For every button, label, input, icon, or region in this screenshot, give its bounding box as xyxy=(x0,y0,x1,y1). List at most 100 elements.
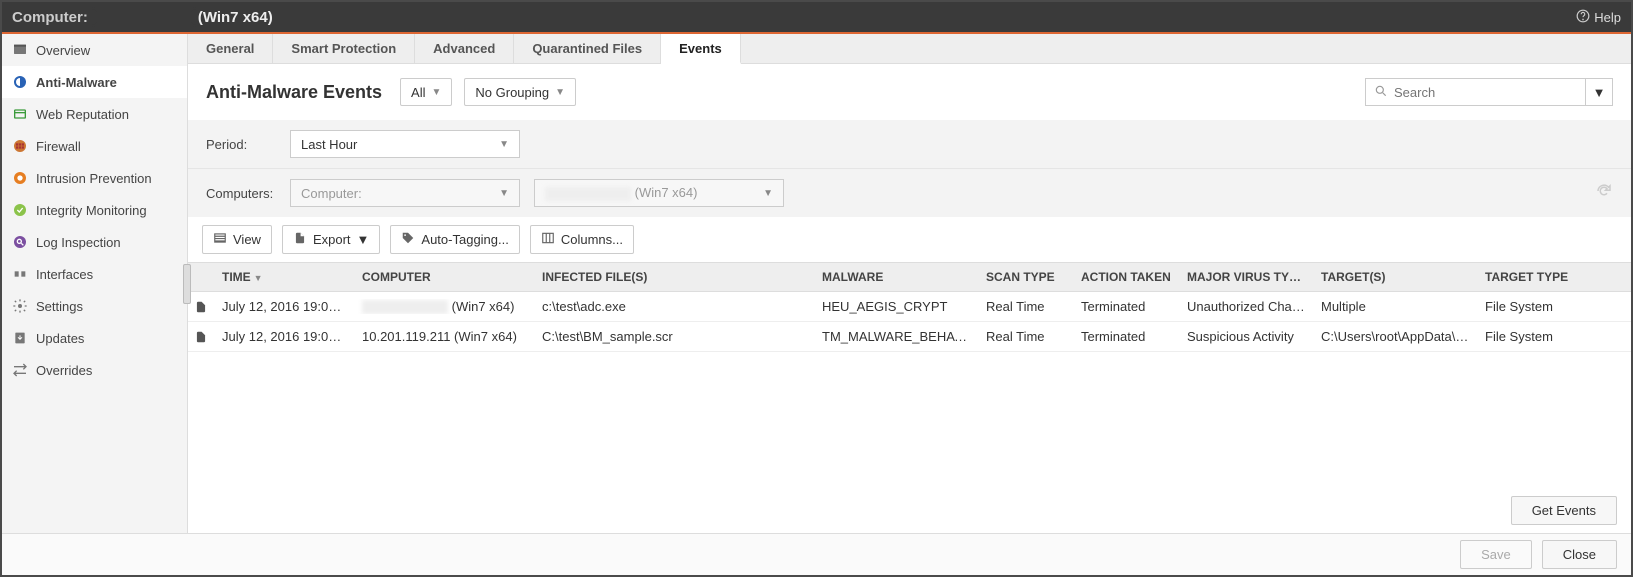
sidebar-item-label: Firewall xyxy=(36,139,81,154)
auto-tagging-button[interactable]: Auto-Tagging... xyxy=(390,225,519,254)
search-icon xyxy=(1374,84,1388,101)
file-icon xyxy=(188,330,214,344)
cell-time: July 12, 2016 19:02:51 xyxy=(214,299,354,314)
search-box[interactable] xyxy=(1365,78,1585,106)
tab-advanced[interactable]: Advanced xyxy=(415,34,514,63)
cell-major: Suspicious Activity xyxy=(1179,329,1313,344)
period-select[interactable]: Last Hour ▼ xyxy=(290,130,520,158)
sidebar-item-overview[interactable]: Overview xyxy=(2,34,187,66)
sort-desc-icon: ▼ xyxy=(254,273,263,283)
cell-malware: TM_MALWARE_BEHAVIOR xyxy=(814,329,978,344)
export-label: Export xyxy=(313,232,351,247)
toolbar: View Export ▼ Auto-Tagging... Columns... xyxy=(188,217,1631,262)
col-action[interactable]: ACTION TAKEN xyxy=(1073,270,1179,284)
computer-select[interactable]: (Win7 x64) ▼ xyxy=(534,179,784,207)
title-bar: Computer: (Win7 x64) Help xyxy=(2,2,1631,34)
redacted-text xyxy=(545,187,631,201)
sidebar-item-settings[interactable]: Settings xyxy=(2,290,187,322)
computer-value: (Win7 x64) xyxy=(545,185,697,201)
get-events-button[interactable]: Get Events xyxy=(1511,496,1617,525)
sidebar-item-label: Integrity Monitoring xyxy=(36,203,147,218)
content: Anti-Malware Events All ▼ No Grouping ▼ … xyxy=(188,64,1631,533)
cell-major: Unauthorized Change xyxy=(1179,299,1313,314)
sidebar-item-updates[interactable]: Updates xyxy=(2,322,187,354)
tab-general[interactable]: General xyxy=(188,34,273,63)
table-row[interactable]: July 12, 2016 19:02:41 10.201.119.211 (W… xyxy=(188,322,1631,352)
export-button[interactable]: Export ▼ xyxy=(282,225,380,254)
table-row[interactable]: July 12, 2016 19:02:51 (Win7 x64) c:\tes… xyxy=(188,292,1631,322)
main: General Smart Protection Advanced Quaran… xyxy=(188,34,1631,533)
columns-button[interactable]: Columns... xyxy=(530,225,634,254)
cell-time: July 12, 2016 19:02:41 xyxy=(214,329,354,344)
title-prefix: Computer: xyxy=(12,9,88,26)
sidebar-resize-handle[interactable] xyxy=(183,264,191,304)
col-infected[interactable]: INFECTED FILE(S) xyxy=(534,270,814,284)
columns-icon xyxy=(541,231,555,248)
refresh-icon[interactable] xyxy=(1595,182,1613,205)
cell-infected: C:\test\BM_sample.scr xyxy=(534,329,814,344)
caret-down-icon: ▼ xyxy=(357,232,370,247)
computer-type-select[interactable]: Computer: ▼ xyxy=(290,179,520,207)
search-options-dropdown[interactable]: ▼ xyxy=(1585,78,1613,106)
cell-malware: HEU_AEGIS_CRYPT xyxy=(814,299,978,314)
overrides-icon xyxy=(12,362,28,378)
sidebar-item-label: Settings xyxy=(36,299,83,314)
close-button[interactable]: Close xyxy=(1542,540,1617,569)
cell-scan: Real Time xyxy=(978,329,1073,344)
col-target[interactable]: TARGET(S) xyxy=(1313,270,1477,284)
tabs: General Smart Protection Advanced Quaran… xyxy=(188,34,1631,64)
footer: Save Close xyxy=(2,533,1631,575)
redacted-text xyxy=(362,300,448,314)
sidebar-item-intrusion-prevention[interactable]: Intrusion Prevention xyxy=(2,162,187,194)
scope-dropdown[interactable]: All ▼ xyxy=(400,78,452,106)
period-label: Period: xyxy=(206,137,276,152)
search-input[interactable] xyxy=(1394,85,1577,100)
tab-label: Smart Protection xyxy=(291,41,396,56)
redacted-hostname xyxy=(94,9,194,25)
cell-computer: 10.201.119.211 (Win7 x64) xyxy=(354,329,534,344)
col-malware[interactable]: MALWARE xyxy=(814,270,978,284)
tag-icon xyxy=(401,231,415,248)
help-icon xyxy=(1576,9,1590,26)
auto-tagging-label: Auto-Tagging... xyxy=(421,232,508,247)
scope-label: All xyxy=(411,85,425,100)
grouping-dropdown[interactable]: No Grouping ▼ xyxy=(464,78,576,106)
col-target-type[interactable]: TARGET TYPE xyxy=(1477,270,1577,284)
sidebar-item-overrides[interactable]: Overrides xyxy=(2,354,187,386)
title-suffix: (Win7 x64) xyxy=(198,9,273,26)
col-computer[interactable]: COMPUTER xyxy=(354,270,534,284)
sidebar-item-label: Overrides xyxy=(36,363,92,378)
col-scan-type[interactable]: SCAN TYPE xyxy=(978,270,1073,284)
caret-down-icon: ▼ xyxy=(499,188,509,199)
intrusion-prevention-icon xyxy=(12,170,28,186)
sidebar-item-log-inspection[interactable]: Log Inspection xyxy=(2,226,187,258)
tab-label: Advanced xyxy=(433,41,495,56)
view-icon xyxy=(213,231,227,248)
sidebar-item-web-reputation[interactable]: Web Reputation xyxy=(2,98,187,130)
table-header: TIME▼ COMPUTER INFECTED FILE(S) MALWARE … xyxy=(188,262,1631,292)
tab-quarantined-files[interactable]: Quarantined Files xyxy=(514,34,661,63)
sidebar-item-interfaces[interactable]: Interfaces xyxy=(2,258,187,290)
export-icon xyxy=(293,231,307,248)
computers-filter-row: Computers: Computer: ▼ (Win7 x64) ▼ xyxy=(188,168,1631,217)
help-link[interactable]: Help xyxy=(1576,9,1621,26)
page-title-row: Anti-Malware Events All ▼ No Grouping ▼ … xyxy=(188,64,1631,120)
col-major-virus-type[interactable]: MAJOR VIRUS TYPE xyxy=(1179,270,1313,284)
cell-target: C:\Users\root\AppData\R... xyxy=(1313,329,1477,344)
cell-infected: c:\test\adc.exe xyxy=(534,299,814,314)
sidebar-item-firewall[interactable]: Firewall xyxy=(2,130,187,162)
sidebar-item-integrity-monitoring[interactable]: Integrity Monitoring xyxy=(2,194,187,226)
col-time[interactable]: TIME▼ xyxy=(214,270,354,284)
help-label: Help xyxy=(1594,10,1621,25)
sidebar-item-anti-malware[interactable]: Anti-Malware xyxy=(2,66,187,98)
tab-label: Quarantined Files xyxy=(532,41,642,56)
tab-events[interactable]: Events xyxy=(661,34,741,64)
overview-icon xyxy=(12,42,28,58)
cell-action: Terminated xyxy=(1073,329,1179,344)
sidebar-item-label: Web Reputation xyxy=(36,107,129,122)
sidebar-item-label: Updates xyxy=(36,331,84,346)
tab-smart-protection[interactable]: Smart Protection xyxy=(273,34,415,63)
sidebar: Overview Anti-Malware Web Reputation Fir… xyxy=(2,34,188,533)
view-button[interactable]: View xyxy=(202,225,272,254)
sidebar-item-label: Interfaces xyxy=(36,267,93,282)
